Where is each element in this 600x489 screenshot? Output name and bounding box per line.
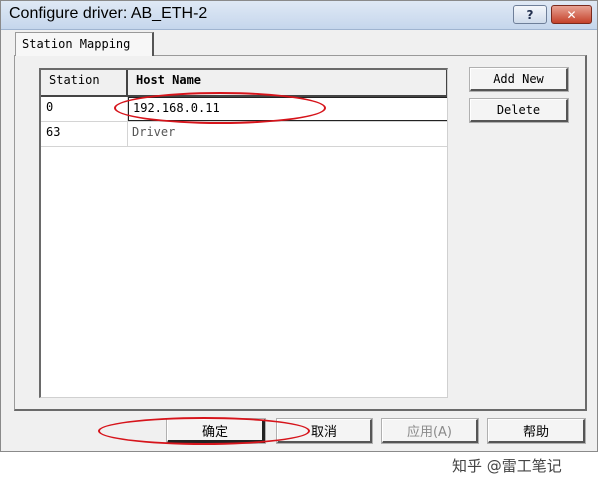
window-title: Configure driver: AB_ETH-2 bbox=[9, 5, 208, 22]
table-row[interactable]: 0 192.168.0.11 bbox=[41, 97, 447, 122]
tab-station-mapping[interactable]: Station Mapping bbox=[15, 32, 154, 56]
delete-button[interactable]: Delete bbox=[469, 98, 569, 123]
station-cell[interactable]: 63 bbox=[41, 122, 128, 146]
add-new-button[interactable]: Add New bbox=[469, 67, 569, 92]
ok-button[interactable]: 确定 bbox=[166, 418, 266, 444]
column-header-host-name[interactable]: Host Name bbox=[128, 70, 447, 97]
station-cell[interactable]: 0 bbox=[41, 97, 128, 121]
table-row[interactable]: 63 Driver bbox=[41, 122, 447, 147]
configure-driver-dialog: Configure driver: AB_ETH-2 ? ✕ Station M… bbox=[0, 0, 598, 452]
apply-button[interactable]: 应用(A) bbox=[381, 418, 479, 444]
host-name-edit-field[interactable]: 192.168.0.11 bbox=[128, 97, 447, 121]
close-icon[interactable]: ✕ bbox=[551, 5, 592, 24]
list-header: Station Host Name bbox=[41, 70, 447, 97]
help-button[interactable]: 帮助 bbox=[487, 418, 586, 444]
help-icon[interactable]: ? bbox=[513, 5, 547, 24]
watermark: 知乎 @雷工笔记 bbox=[452, 457, 562, 475]
cancel-button[interactable]: 取消 bbox=[276, 418, 373, 444]
station-mapping-list[interactable]: Station Host Name 0 192.168.0.11 63 Driv… bbox=[39, 68, 448, 398]
host-name-cell[interactable]: Driver bbox=[128, 122, 447, 146]
column-header-station[interactable]: Station bbox=[41, 70, 128, 97]
title-bar[interactable]: Configure driver: AB_ETH-2 ? ✕ bbox=[1, 1, 597, 30]
